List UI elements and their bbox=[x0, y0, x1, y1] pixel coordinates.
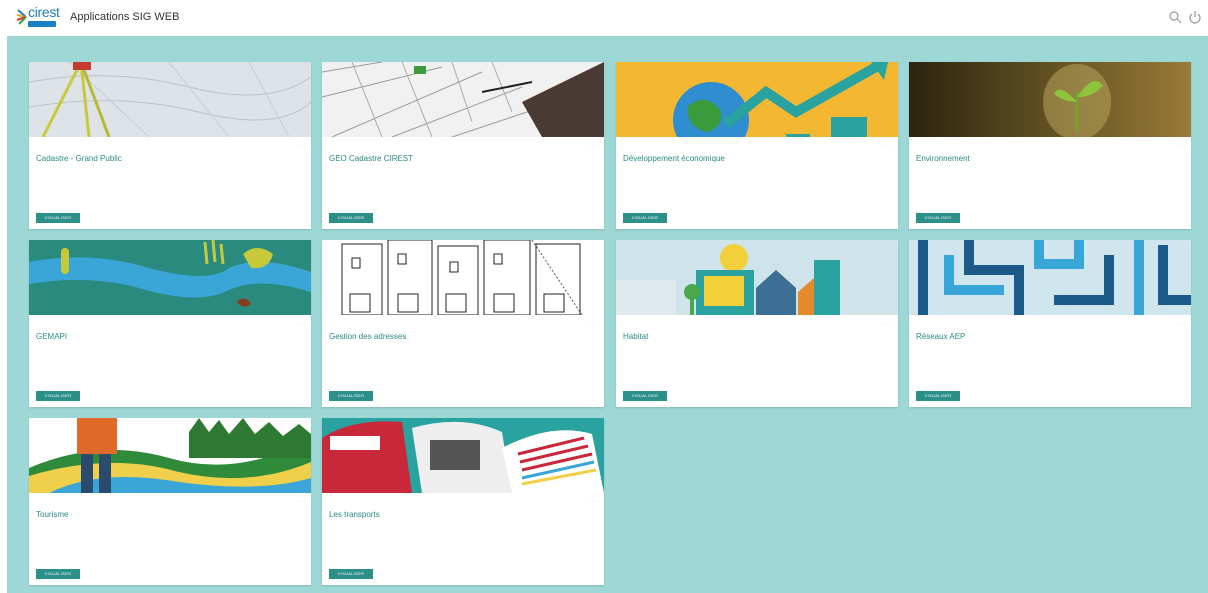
card-title: Les transports bbox=[329, 510, 380, 519]
app-card-environnement[interactable]: · · · · · Environnement VISUALISER bbox=[909, 62, 1191, 229]
card-meta: · · · · · bbox=[1173, 143, 1185, 148]
card-title: GEMAPI bbox=[36, 332, 68, 341]
visualiser-button[interactable]: VISUALISER bbox=[329, 569, 373, 579]
card-title: Tourisme bbox=[36, 510, 69, 519]
card-meta: · · · · · bbox=[586, 143, 598, 148]
app-card-developpement-economique[interactable]: · · · · · Développement économique VISUA… bbox=[616, 62, 898, 229]
main-area: · · · · · Cadastre - Grand Public VISUAL… bbox=[7, 36, 1208, 593]
card-title: Développement économique bbox=[623, 154, 725, 163]
card-meta: · · · · · bbox=[586, 321, 598, 326]
lightbulb-plant-image bbox=[909, 62, 1191, 137]
cadastre-map-drawing-image bbox=[322, 62, 604, 137]
building-sketch-image bbox=[322, 240, 604, 315]
search-icon[interactable] bbox=[1168, 10, 1182, 24]
card-meta: · · · · · bbox=[586, 499, 598, 504]
card-meta: · · · · · bbox=[293, 143, 305, 148]
card-title: Habitat bbox=[623, 332, 649, 341]
logo-wordmark: cirest bbox=[28, 4, 60, 20]
power-icon[interactable] bbox=[1188, 10, 1202, 24]
cadastre-survey-image bbox=[29, 62, 311, 137]
visualiser-button[interactable]: VISUALISER bbox=[36, 569, 80, 579]
app-title: Applications SIG WEB bbox=[70, 11, 180, 23]
visualiser-button[interactable]: VISUALISER bbox=[623, 391, 667, 401]
visualiser-button[interactable]: VISUALISER bbox=[36, 391, 80, 401]
app-card-gestion-des-adresses[interactable]: · · · · · Gestion des adresses VISUALISE… bbox=[322, 240, 604, 407]
card-meta: · · · · · bbox=[293, 499, 305, 504]
card-title: Cadastre - Grand Public bbox=[36, 154, 122, 163]
card-title: Environnement bbox=[916, 154, 970, 163]
app-card-cadastre-grand-public[interactable]: · · · · · Cadastre - Grand Public VISUAL… bbox=[29, 62, 311, 229]
card-meta: · · · · · bbox=[880, 143, 892, 148]
card-meta: · · · · · bbox=[293, 321, 305, 326]
app-card-tourisme[interactable]: · · · · · Tourisme VISUALISER bbox=[29, 418, 311, 585]
app-card-gemapi[interactable]: · · · · · GEMAPI VISUALISER bbox=[29, 240, 311, 407]
visualiser-button[interactable]: VISUALISER bbox=[916, 213, 960, 223]
app-card-reseaux-aep[interactable]: · · · · · Réseaux AEP VISUALISER bbox=[909, 240, 1191, 407]
app-card-habitat[interactable]: · · · · · Habitat VISUALISER bbox=[616, 240, 898, 407]
cirest-logo[interactable]: cirest bbox=[16, 4, 62, 32]
visualiser-button[interactable]: VISUALISER bbox=[916, 391, 960, 401]
card-meta: · · · · · bbox=[1173, 321, 1185, 326]
top-bar: cirest Applications SIG WEB bbox=[0, 0, 1208, 36]
water-pipes-image bbox=[909, 240, 1191, 315]
card-title: Réseaux AEP bbox=[916, 332, 966, 341]
trains-illustration-image bbox=[322, 418, 604, 493]
visualiser-button[interactable]: VISUALISER bbox=[36, 213, 80, 223]
visualiser-button[interactable]: VISUALISER bbox=[623, 213, 667, 223]
visualiser-button[interactable]: VISUALISER bbox=[329, 213, 373, 223]
economic-growth-image bbox=[616, 62, 898, 137]
card-title: Gestion des adresses bbox=[329, 332, 407, 341]
logo-tag bbox=[28, 21, 56, 27]
visualiser-button[interactable]: VISUALISER bbox=[329, 391, 373, 401]
houses-illustration-image bbox=[616, 240, 898, 315]
hiker-landscape-image bbox=[29, 418, 311, 493]
card-meta: · · · · · bbox=[880, 321, 892, 326]
river-illustration-image bbox=[29, 240, 311, 315]
app-card-les-transports[interactable]: · · · · · Les transports VISUALISER bbox=[322, 418, 604, 585]
app-card-geo-cadastre-cirest[interactable]: · · · · · GEO Cadastre CIREST VISUALISER bbox=[322, 62, 604, 229]
card-title: GEO Cadastre CIREST bbox=[329, 154, 414, 163]
